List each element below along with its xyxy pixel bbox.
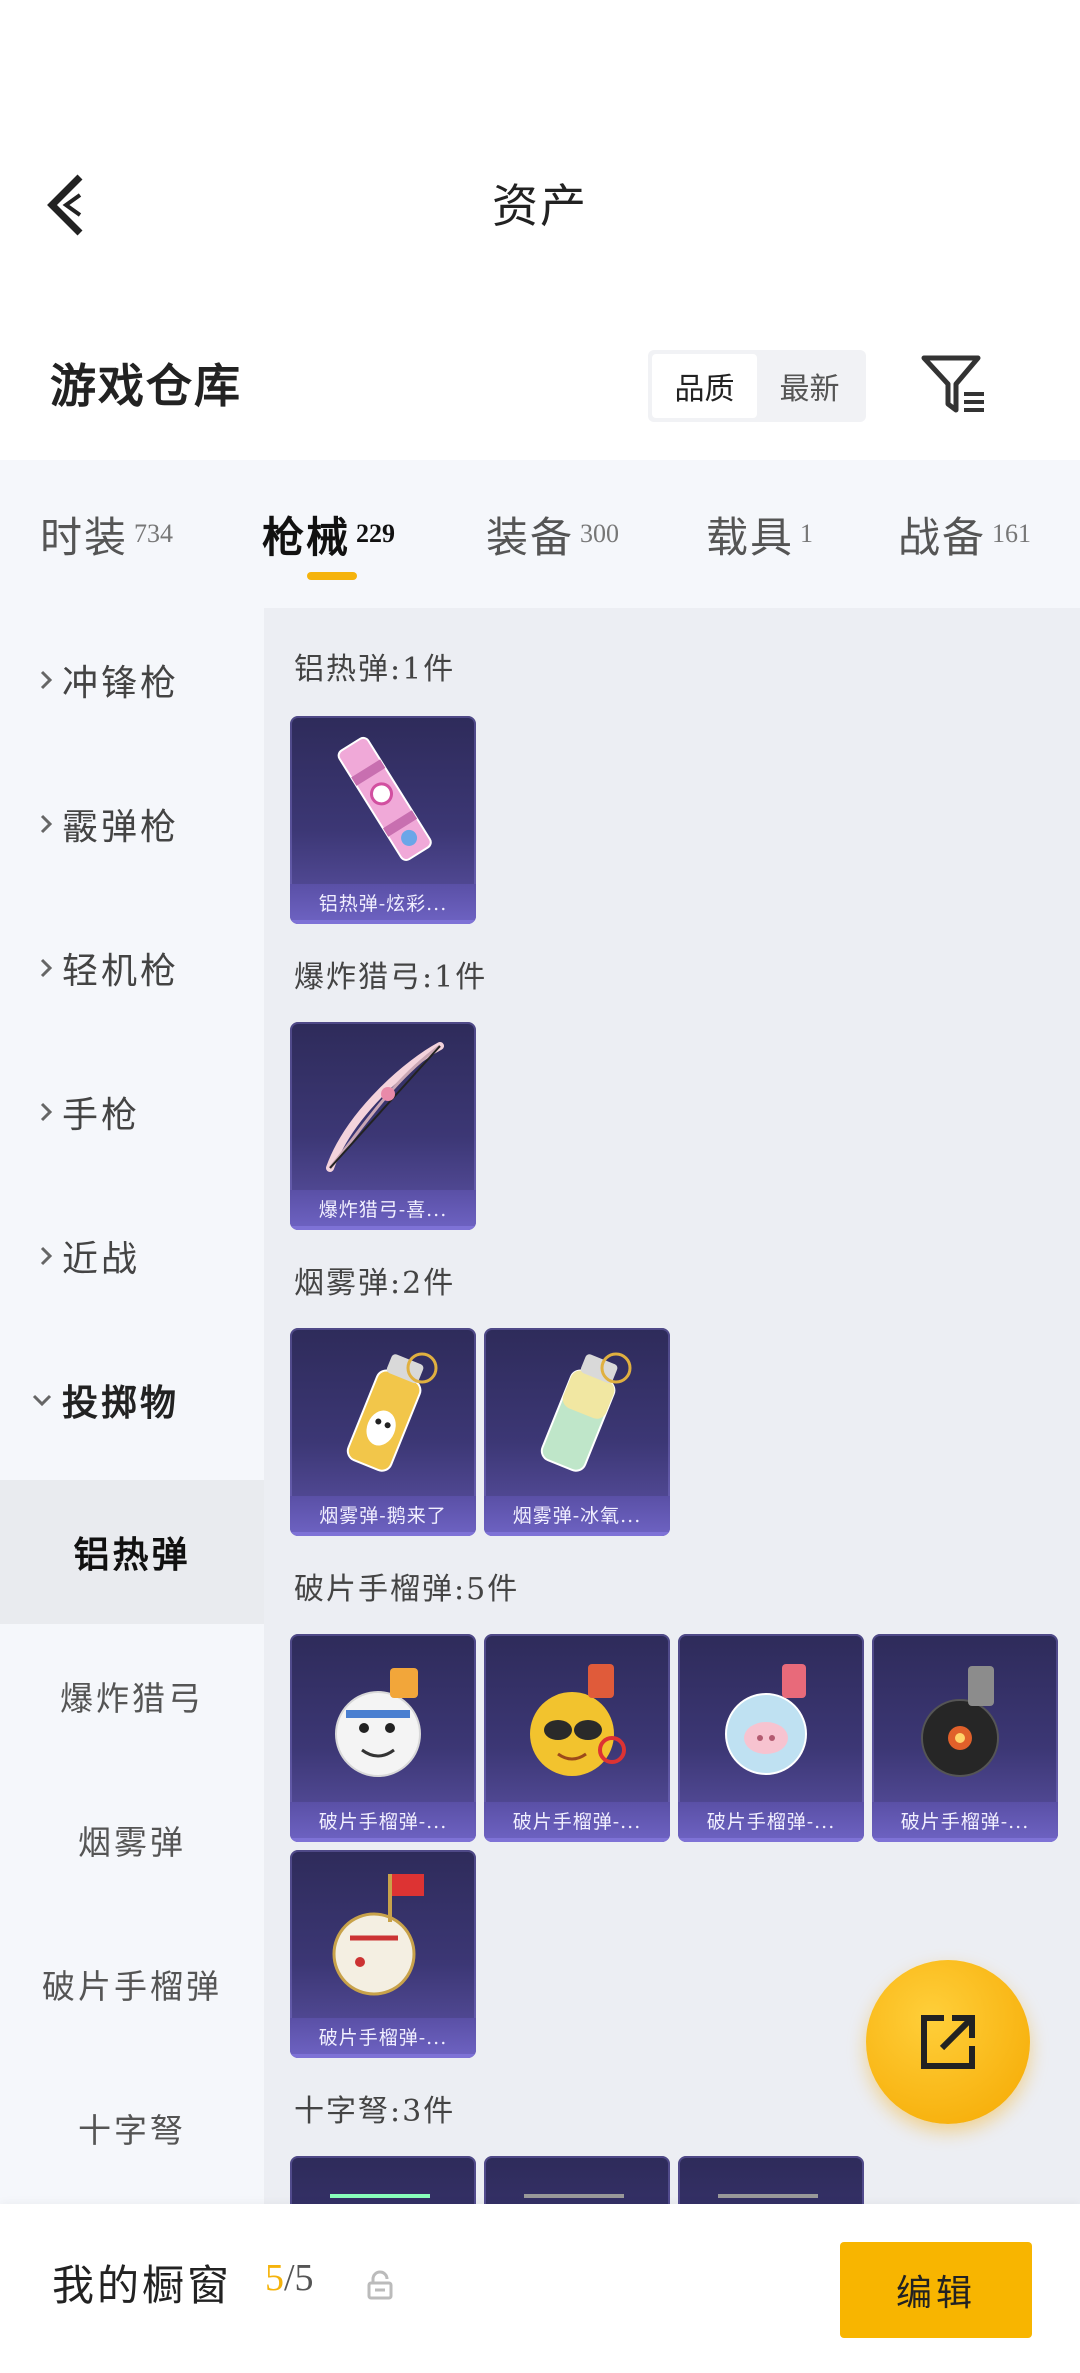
tab-label: 装备	[486, 512, 575, 562]
tab-count: 734	[134, 519, 174, 548]
showcase-total: /5	[284, 2257, 314, 2299]
smoke-grenade-penguin-icon	[346, 1352, 438, 1472]
section-title: 游戏仓库	[50, 359, 242, 413]
tab-label: 时装	[40, 512, 129, 562]
lock-icon	[367, 2270, 393, 2300]
tab-supplies[interactable]: 战备 161	[898, 460, 1031, 608]
sidebar-item-label: 冲锋枪	[62, 663, 180, 704]
sidebar-item-smg[interactable]: 冲锋枪	[0, 608, 264, 752]
item-card[interactable]: 烟雾弹-鹅来了	[290, 1328, 476, 1536]
item-name: 破片手榴弹-...	[290, 2018, 476, 2058]
item-card[interactable]: 破片手榴弹-...	[484, 1634, 670, 1842]
frag-grenade-sunglasses-icon	[530, 1664, 626, 1776]
item-card[interactable]: 铝热弹-炫彩...	[290, 716, 476, 924]
item-card[interactable]: 爆炸猎弓-喜...	[290, 1022, 476, 1230]
category-tabs: 时装 734 枪械 229 装备 300 载具 1 战备 161	[0, 460, 1080, 608]
tab-count: 1	[800, 519, 814, 548]
page-title: 资产	[492, 179, 588, 233]
frag-grenade-pig-icon	[725, 1664, 807, 1775]
sidebar-item-label: 霰弹枪	[62, 807, 180, 848]
tab-label: 载具	[706, 512, 795, 562]
sidebar-item-label: 轻机枪	[62, 951, 180, 992]
crossbow-icon	[524, 2194, 624, 2198]
item-name: 铝热弹-炫彩...	[290, 884, 476, 924]
chevron-right-icon	[0, 666, 60, 694]
tab-count: 300	[580, 519, 620, 548]
frag-grenade-snowman-icon	[335, 1668, 421, 1777]
bow-icon	[326, 1042, 444, 1172]
chevron-right-icon	[0, 1242, 60, 1270]
sidebar-sub-crossbow[interactable]: 十字弩	[0, 2056, 264, 2200]
item-name: 破片手榴弹-...	[678, 1802, 864, 1842]
sort-toggle: 品质 最新	[648, 350, 866, 422]
sidebar-item-label: 手枪	[62, 1095, 141, 1136]
sidebar-item-label: 投掷物	[62, 1382, 180, 1424]
tab-guns[interactable]: 枪械 229	[262, 460, 395, 608]
item-card[interactable]: 破片手榴弹-...	[290, 1634, 476, 1842]
tab-count: 229	[356, 519, 396, 548]
item-card[interactable]	[678, 2156, 864, 2204]
top-bar: 资产	[0, 0, 1080, 330]
item-card[interactable]: 破片手榴弹-...	[290, 1850, 476, 2058]
tab-label: 战备	[898, 512, 987, 562]
smoke-grenade-green-icon	[540, 1352, 632, 1472]
external-link-icon	[921, 2015, 975, 2069]
thermite-grenade-icon	[337, 736, 432, 861]
frag-grenade-black-icon	[921, 1666, 999, 1777]
sidebar-item-pistol[interactable]: 手枪	[0, 1040, 264, 1184]
sidebar-sub-frag[interactable]: 破片手榴弹	[0, 1912, 264, 2056]
sidebar-item-lmg[interactable]: 轻机枪	[0, 896, 264, 1040]
tab-fashion[interactable]: 时装 734	[40, 460, 173, 608]
filter-button[interactable]	[920, 352, 988, 418]
sidebar-item-throwables[interactable]: 投掷物	[0, 1328, 264, 1472]
frag-grenade-flag-icon	[332, 1874, 424, 1996]
sidebar-item-shotgun[interactable]: 霰弹枪	[0, 752, 264, 896]
showcase-current: 5	[265, 2257, 284, 2299]
sidebar-sub-smoke[interactable]: 烟雾弹	[0, 1768, 264, 1912]
chevron-right-icon	[0, 954, 60, 982]
sidebar-item-label: 近战	[62, 1239, 141, 1280]
sidebar-sub-explosive-bow[interactable]: 爆炸猎弓	[0, 1624, 264, 1768]
active-tab-indicator	[307, 572, 357, 580]
sidebar: 冲锋枪 霰弹枪 轻机枪 手枪 近战 投掷物 铝热弹 爆炸猎弓 烟雾弹 破片手榴弹…	[0, 608, 264, 2204]
filter-icon	[921, 355, 984, 413]
item-card[interactable]	[290, 2156, 476, 2204]
bottom-bar: 我的橱窗 5/5 编辑	[0, 2204, 1080, 2373]
sort-newest-button[interactable]: 最新	[757, 354, 862, 418]
tab-equipment[interactable]: 装备 300	[486, 460, 619, 608]
item-name: 爆炸猎弓-喜...	[290, 1190, 476, 1230]
tab-count: 161	[992, 519, 1032, 548]
item-card[interactable]: 破片手榴弹-...	[678, 1634, 864, 1842]
group-label: 铝热弹:1件	[294, 652, 456, 687]
share-fab-button[interactable]	[866, 1960, 1030, 2124]
group-label: 烟雾弹:2件	[294, 1266, 456, 1301]
chevron-right-icon	[0, 1098, 60, 1126]
sidebar-item-melee[interactable]: 近战	[0, 1184, 264, 1328]
item-name: 烟雾弹-鹅来了	[290, 1496, 476, 1536]
item-name: 破片手榴弹-...	[484, 1802, 670, 1842]
group-label: 破片手榴弹:5件	[294, 1572, 520, 1607]
item-name: 破片手榴弹-...	[872, 1802, 1058, 1842]
crossbow-icon	[718, 2194, 818, 2198]
item-name: 烟雾弹-冰氧...	[484, 1496, 670, 1536]
tab-label: 枪械	[262, 512, 351, 562]
showcase-label: 我的橱窗	[52, 2261, 233, 2310]
item-name: 破片手榴弹-...	[290, 1802, 476, 1842]
group-label: 十字弩:3件	[294, 2094, 456, 2129]
showcase-count: 5/5	[265, 2256, 314, 2300]
chevron-down-icon	[0, 1390, 60, 1410]
item-card[interactable]: 烟雾弹-冰氧...	[484, 1328, 670, 1536]
group-label: 爆炸猎弓:1件	[294, 960, 488, 995]
edit-button[interactable]: 编辑	[840, 2242, 1032, 2338]
crossbow-icon	[330, 2194, 430, 2198]
tab-vehicles[interactable]: 载具 1	[706, 460, 813, 608]
sidebar-sub-thermite[interactable]: 铝热弹	[0, 1480, 264, 1624]
chevron-right-icon	[0, 810, 60, 838]
sort-quality-button[interactable]: 品质	[652, 354, 757, 418]
item-card[interactable]: 破片手榴弹-...	[872, 1634, 1058, 1842]
item-card[interactable]	[484, 2156, 670, 2204]
